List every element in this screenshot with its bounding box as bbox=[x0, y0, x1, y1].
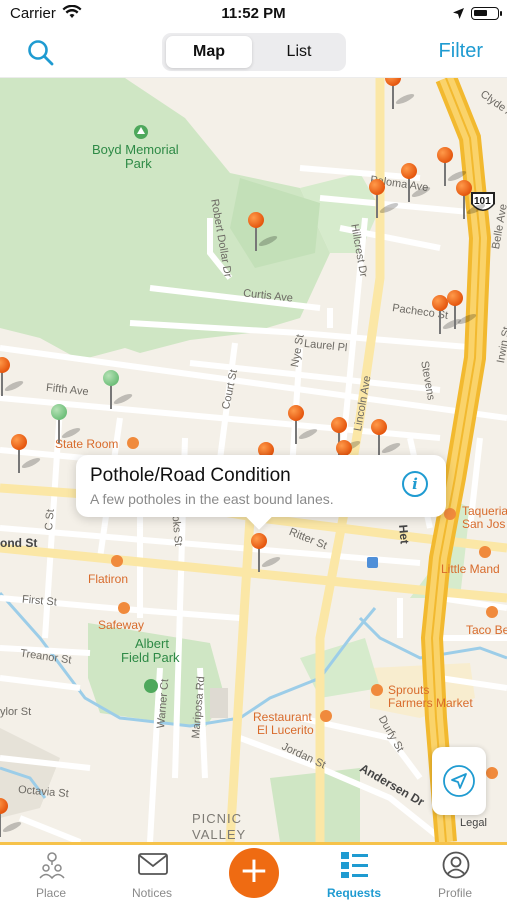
list-icon bbox=[340, 851, 370, 879]
park-label: Boyd Memorial bbox=[92, 142, 179, 157]
tab-notices[interactable]: Notices bbox=[102, 845, 202, 900]
poi-label: San Jos bbox=[462, 517, 506, 531]
info-icon[interactable]: i bbox=[402, 471, 428, 497]
tab-place[interactable]: Place bbox=[1, 845, 101, 900]
street-label: ond St bbox=[0, 536, 38, 550]
request-pin[interactable] bbox=[288, 405, 319, 445]
app-root: Carrier 11:52 PM Map List Filter Boyd Me… bbox=[0, 0, 507, 900]
park-label: Park bbox=[125, 156, 152, 171]
callout-subtitle: A few potholes in the east bound lanes. bbox=[90, 491, 334, 507]
park-label: Field Park bbox=[121, 650, 180, 665]
poi-label: Taqueria bbox=[462, 504, 507, 518]
envelope-icon bbox=[138, 851, 168, 879]
poi-label: Sprouts bbox=[388, 683, 430, 697]
search-icon[interactable] bbox=[26, 38, 56, 68]
request-pin[interactable] bbox=[437, 147, 468, 187]
request-pin[interactable] bbox=[371, 419, 402, 459]
segment-map[interactable]: Map bbox=[166, 36, 252, 68]
filter-button[interactable]: Filter bbox=[439, 40, 483, 63]
selected-request-pin[interactable] bbox=[251, 533, 282, 573]
location-arrow-icon bbox=[452, 7, 465, 25]
callout-title: Pothole/Road Condition bbox=[90, 465, 291, 486]
request-pin[interactable] bbox=[0, 798, 23, 838]
closed-request-pin[interactable] bbox=[51, 404, 82, 444]
nav-bar: Map List Filter bbox=[0, 28, 507, 78]
request-pin[interactable] bbox=[11, 434, 42, 474]
people-map-icon bbox=[37, 851, 67, 880]
poi-label: Taco Be bbox=[466, 623, 507, 637]
clock: 11:52 PM bbox=[221, 5, 286, 22]
status-bar: Carrier 11:52 PM bbox=[0, 0, 507, 28]
tab-notices-label: Notices bbox=[131, 886, 172, 900]
street-label: Het bbox=[396, 524, 412, 545]
map-view[interactable]: Boyd Memorial Park Albert Field Park Rob… bbox=[0, 78, 507, 842]
poi-label: Flatiron bbox=[88, 572, 129, 586]
segment-list[interactable]: List bbox=[256, 36, 342, 68]
request-pin[interactable] bbox=[248, 212, 279, 252]
request-pin[interactable] bbox=[401, 163, 432, 203]
request-pin[interactable] bbox=[432, 295, 463, 335]
poi-label: El Lucerito bbox=[257, 723, 314, 737]
tab-requests-label: Requests bbox=[326, 886, 382, 900]
street-label: ylor St bbox=[0, 706, 32, 718]
request-pin[interactable] bbox=[447, 290, 478, 330]
request-pin[interactable] bbox=[385, 78, 416, 110]
poi-label: Little Mand bbox=[441, 562, 500, 576]
view-segmented-control: Map List bbox=[162, 33, 346, 71]
request-pin[interactable] bbox=[0, 357, 25, 397]
request-pin[interactable] bbox=[369, 179, 400, 219]
request-callout[interactable]: Pothole/Road Condition A few potholes in… bbox=[76, 455, 446, 517]
navigation-arrow-icon bbox=[443, 765, 475, 797]
legal-link[interactable]: Legal bbox=[460, 817, 487, 829]
tab-profile[interactable]: Profile bbox=[405, 845, 505, 900]
closed-request-pin[interactable] bbox=[103, 370, 134, 410]
poi-label: Safeway bbox=[98, 618, 145, 632]
area-label: PICNIC bbox=[192, 811, 243, 826]
street-label: C St bbox=[43, 508, 57, 532]
area-label: VALLEY bbox=[192, 827, 247, 842]
battery-icon bbox=[471, 7, 502, 20]
poi-label: Restaurant bbox=[253, 710, 312, 724]
locate-me-button[interactable] bbox=[432, 747, 486, 815]
poi-label: Farmers Market bbox=[388, 696, 473, 710]
request-pin[interactable] bbox=[456, 180, 487, 220]
tab-profile-label: Profile bbox=[437, 886, 472, 900]
park-label: Albert bbox=[135, 636, 169, 651]
tab-requests[interactable]: Requests bbox=[304, 845, 404, 900]
add-request-button[interactable]: + bbox=[229, 848, 279, 898]
user-icon bbox=[441, 851, 471, 879]
tab-place-label: Place bbox=[35, 886, 67, 900]
